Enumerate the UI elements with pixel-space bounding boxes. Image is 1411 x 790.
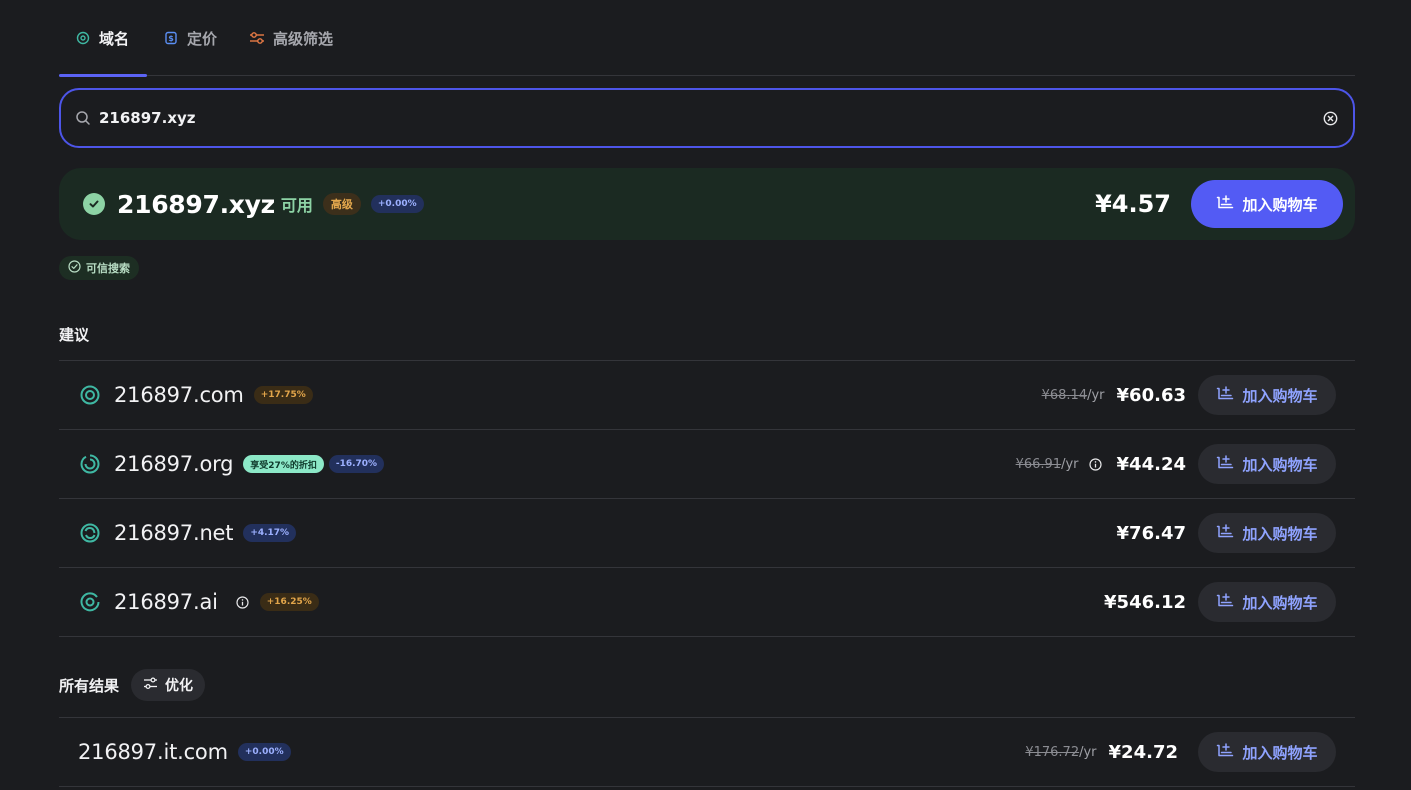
list-item[interactable]: 216897.org 享受27%的折扣 -16.70% ¥66.91/yr ¥4… — [59, 430, 1355, 499]
original-price: ¥66.91/yr — [1015, 456, 1079, 472]
org-swirl-icon — [79, 453, 101, 475]
trusted-search-badge: 可信搜索 — [59, 256, 139, 280]
domain-icon — [75, 30, 91, 46]
clear-icon[interactable] — [1321, 109, 1339, 127]
add-to-cart-button[interactable]: 加入购物车 — [1198, 582, 1336, 622]
check-circle-icon — [83, 193, 105, 215]
filter-icon — [249, 30, 265, 46]
list-item[interactable]: 216897.com +17.75% ¥68.14/yr ¥60.63 加入购物… — [59, 361, 1355, 430]
featured-price: ¥4.57 — [1095, 190, 1171, 218]
cart-button-label: 加入购物车 — [1242, 196, 1318, 214]
check-outline-icon — [68, 260, 81, 276]
current-price: ¥76.47 — [1116, 522, 1186, 544]
price-change-badge: +16.25% — [259, 593, 319, 611]
cart-add-icon — [1216, 742, 1234, 762]
domain-name: 216897.org — [114, 452, 234, 476]
current-price: ¥44.24 — [1116, 453, 1186, 475]
all-results-list: 216897.it.com +0.00% ¥176.72/yr ¥24.72 加… — [59, 717, 1355, 787]
tab-advanced-filter[interactable]: 高级筛选 — [233, 0, 349, 76]
domain-name: 216897.ai — [114, 590, 218, 614]
availability-status: 可用 — [280, 196, 313, 215]
domain-name: 216897.net — [114, 521, 234, 545]
cart-button-label: 加入购物车 — [1242, 525, 1318, 543]
tab-pricing[interactable]: $ 定价 — [147, 0, 233, 76]
suggestions-title: 建议 — [59, 326, 90, 344]
cart-button-label: 加入购物车 — [1242, 456, 1318, 474]
original-price: ¥176.72/yr — [1025, 744, 1097, 760]
all-results-header: 所有结果 优化 — [59, 669, 1355, 701]
info-icon[interactable] — [236, 595, 250, 609]
cart-add-icon — [1216, 385, 1234, 405]
cart-button-label: 加入购物车 — [1242, 594, 1318, 612]
tab-label: 高级筛选 — [273, 29, 334, 48]
tab-label: 定价 — [187, 29, 218, 48]
all-results-title: 所有结果 — [59, 676, 120, 695]
featured-domain-name: 216897.xyz — [117, 189, 275, 219]
list-item[interactable]: 216897.it.com +0.00% ¥176.72/yr ¥24.72 加… — [59, 718, 1355, 787]
add-to-cart-button[interactable]: 加入购物车 — [1198, 732, 1336, 772]
add-to-cart-button[interactable]: 加入购物车 — [1198, 444, 1336, 484]
optimize-button[interactable]: 优化 — [131, 669, 206, 701]
suggestions-list: 216897.com +17.75% ¥68.14/yr ¥60.63 加入购物… — [59, 360, 1355, 637]
featured-add-to-cart-button[interactable]: 加入购物车 — [1191, 180, 1343, 228]
price-change-badge: -16.70% — [328, 455, 385, 473]
cart-button-label: 加入购物车 — [1242, 387, 1318, 405]
current-price: ¥24.72 — [1108, 741, 1178, 763]
net-swirl-icon — [79, 522, 101, 544]
svg-text:$: $ — [168, 34, 174, 43]
domain-name: 216897.it.com — [78, 740, 228, 764]
cart-button-label: 加入购物车 — [1242, 744, 1318, 762]
price-change-badge: +4.17% — [243, 524, 297, 542]
add-to-cart-button[interactable]: 加入购物车 — [1198, 375, 1336, 415]
cart-add-icon — [1216, 454, 1234, 474]
tab-bar: 域名 $ 定价 高级筛选 — [59, 0, 1355, 77]
original-price: ¥68.14/yr — [1041, 387, 1105, 403]
domain-name: 216897.com — [114, 383, 244, 407]
cart-add-icon — [1216, 194, 1234, 214]
featured-result: 216897.xyz 可用 高级 +0.00% ¥4.57 加入购物车 — [59, 168, 1355, 240]
domain-search-panel: 域名 $ 定价 高级筛选 216897.xyz 可用 高级 — [59, 0, 1355, 787]
optimize-label: 优化 — [165, 678, 194, 694]
search-icon — [75, 109, 93, 127]
pricing-icon: $ — [163, 30, 179, 46]
current-price: ¥546.12 — [1104, 591, 1186, 613]
premium-badge: 高级 — [322, 193, 361, 215]
add-to-cart-button[interactable]: 加入购物车 — [1198, 513, 1336, 553]
info-icon[interactable] — [1088, 457, 1103, 471]
tab-label: 域名 — [99, 29, 130, 48]
target-icon — [79, 384, 101, 406]
cart-add-icon — [1216, 523, 1234, 543]
discount-badge: 享受27%的折扣 — [243, 455, 324, 473]
current-price: ¥60.63 — [1116, 384, 1186, 406]
cart-add-icon — [1216, 592, 1234, 612]
list-item[interactable]: 216897.ai +16.25% ¥546.12 加入购物车 — [59, 568, 1355, 637]
search-input[interactable] — [99, 109, 1321, 127]
price-change-badge: +0.00% — [237, 743, 291, 761]
price-change-badge: +17.75% — [253, 386, 313, 404]
tab-domain[interactable]: 域名 — [59, 0, 147, 77]
search-box — [59, 88, 1355, 148]
sliders-icon — [143, 676, 158, 694]
ai-ring-icon — [79, 591, 101, 613]
price-change-badge: +0.00% — [370, 195, 424, 213]
list-item[interactable]: 216897.net +4.17% ¥76.47 加入购物车 — [59, 499, 1355, 568]
trusted-search-label: 可信搜索 — [86, 262, 130, 275]
